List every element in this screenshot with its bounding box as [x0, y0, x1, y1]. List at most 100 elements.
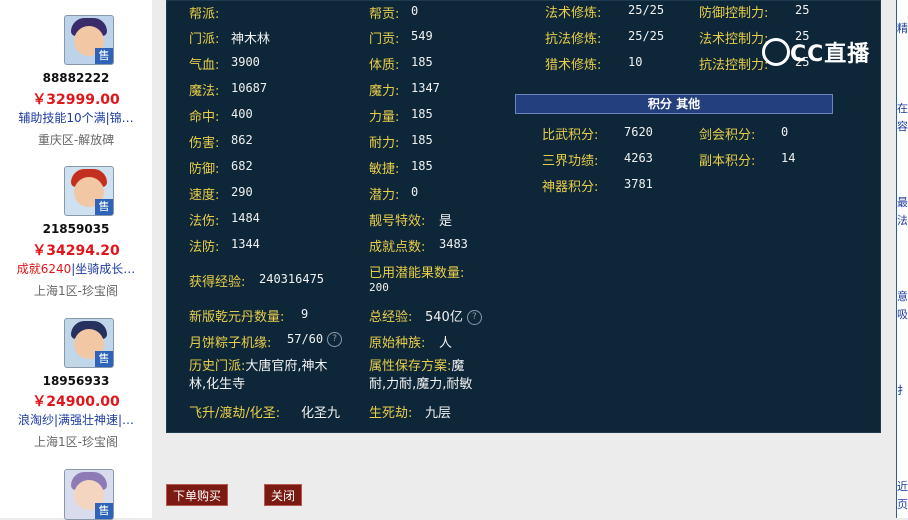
- achievement-label: 成就点数:: [369, 240, 426, 255]
- spell-cultivation-label: 法术修炼:: [545, 6, 602, 21]
- school-value: 神木林: [231, 32, 271, 47]
- school-contrib-value: 549: [411, 29, 433, 43]
- listing-desc-text: |坐骑成长…: [71, 262, 136, 276]
- zongzi-value: 57/60?: [287, 332, 343, 347]
- contribution-value: 0: [411, 4, 419, 18]
- special-id-label: 靓号特效:: [369, 214, 426, 229]
- pvp-score-value: 7620: [624, 125, 653, 139]
- right-strip-text[interactable]: 页: [897, 496, 908, 512]
- strength-label: 力量:: [369, 110, 400, 125]
- endurance-value: 185: [411, 133, 433, 147]
- hit-value: 400: [231, 107, 253, 121]
- agility-label: 敏捷:: [369, 162, 400, 177]
- avatar[interactable]: 售: [64, 166, 114, 216]
- speed-value: 290: [231, 185, 253, 199]
- school-label: 门派:: [189, 32, 220, 47]
- history-school: 历史门派:大唐官府,神木 林,化生寺: [189, 358, 354, 394]
- defense-value: 682: [231, 159, 253, 173]
- hunting-cultivation-label: 猎术修炼:: [545, 58, 602, 73]
- magic-power-label: 魔力:: [369, 84, 400, 99]
- hp-label: 气血:: [189, 58, 220, 73]
- listing-desc-highlight: 成就6240: [16, 262, 72, 276]
- total-exp-text: 540亿: [425, 310, 463, 325]
- listing-price: ￥24900.00: [32, 394, 120, 410]
- race-value: 人: [439, 336, 453, 351]
- score-section-header: 积分 其他: [515, 94, 833, 114]
- listing-sidebar: 售 88882222 ￥32999.00 辅助技能10个满|锦… 重庆区-解放碑…: [0, 0, 152, 520]
- race-label: 原始种族:: [369, 336, 426, 351]
- listing-server: 上海1区-珍宝阁: [34, 435, 118, 449]
- right-strip-text[interactable]: 扌: [897, 382, 908, 398]
- dungeon-score-value: 14: [781, 151, 796, 165]
- artifact-score-value: 3781: [624, 177, 653, 191]
- listing-desc[interactable]: 浪淘纱|满强壮神速|…: [4, 411, 148, 428]
- right-strip-text[interactable]: 最: [897, 194, 908, 210]
- qyd-value: 9: [301, 307, 309, 321]
- defense-control-value: 25: [795, 3, 810, 17]
- dungeon-score-label: 副本积分:: [699, 154, 756, 169]
- qyd-label: 新版乾元丹数量:: [189, 310, 285, 325]
- listing-desc[interactable]: 成就6240|坐骑成长…: [4, 260, 148, 277]
- potential-value: 0: [411, 185, 419, 199]
- listing-id[interactable]: 18956933: [0, 374, 152, 388]
- exp-label: 获得经验:: [189, 275, 246, 290]
- avatar[interactable]: 售: [64, 469, 114, 520]
- magic-damage-value: 1484: [231, 211, 260, 225]
- ascension-value: 化圣九: [301, 406, 341, 421]
- right-strip-text[interactable]: 法: [897, 212, 908, 228]
- hit-label: 命中:: [189, 110, 220, 125]
- listing-server: 上海1区-珍宝阁: [34, 284, 118, 298]
- anti-spell-cultivation-value: 25/25: [628, 29, 665, 43]
- magic-power-value: 1347: [411, 81, 440, 95]
- zongzi-label: 月饼粽子机缘:: [189, 336, 272, 351]
- pvp-score-label: 比武积分:: [542, 128, 599, 143]
- damage-label: 伤害:: [189, 136, 220, 151]
- right-strip-text[interactable]: 容: [897, 118, 908, 134]
- speed-label: 速度:: [189, 188, 220, 203]
- constitution-label: 体质:: [369, 58, 400, 73]
- total-exp-value: 540亿?: [425, 306, 482, 325]
- help-icon[interactable]: ?: [327, 332, 343, 347]
- right-strip-text[interactable]: 意: [897, 288, 908, 304]
- sale-badge: 售: [95, 48, 113, 64]
- anti-spell-cultivation-label: 抗法修炼:: [545, 32, 602, 47]
- merit-label: 三界功绩:: [542, 154, 599, 169]
- constitution-value: 185: [411, 55, 433, 69]
- right-strip-text[interactable]: 在: [897, 100, 908, 116]
- close-button[interactable]: 关闭: [264, 484, 302, 506]
- history-school-value-1: 大唐官府,神木: [245, 359, 328, 374]
- help-icon[interactable]: ?: [466, 310, 482, 325]
- used-fruit-label: 已用潜能果数量:: [369, 266, 465, 281]
- history-school-value-2: 林,化生寺: [189, 377, 246, 392]
- listing-server: 重庆区-解放碑: [37, 133, 115, 147]
- watermark-logo-icon: [762, 38, 790, 66]
- right-strip-text[interactable]: 精: [897, 20, 908, 36]
- defense-label: 防御:: [189, 162, 220, 177]
- right-strip-text[interactable]: 吸: [897, 306, 908, 322]
- guild-label: 帮派:: [189, 7, 220, 22]
- listing-price: ￥32999.00: [32, 92, 120, 108]
- used-fruit-value: 200: [369, 281, 389, 294]
- right-strip-text[interactable]: 近: [897, 478, 908, 494]
- attribute-plans-value-2: 耐,力耐,魔力,耐敏: [369, 377, 473, 392]
- listing-desc[interactable]: 辅助技能10个满|锦…: [4, 109, 148, 126]
- sale-badge: 售: [95, 199, 113, 215]
- mp-label: 魔法:: [189, 84, 220, 99]
- live-watermark: CC直播: [760, 30, 880, 70]
- endurance-label: 耐力:: [369, 136, 400, 151]
- buy-button[interactable]: 下单购买: [166, 484, 228, 506]
- contribution-label: 帮贡:: [369, 7, 400, 22]
- artifact-score-label: 神器积分:: [542, 180, 599, 195]
- damage-value: 862: [231, 133, 253, 147]
- hp-value: 3900: [231, 55, 260, 69]
- strength-value: 185: [411, 107, 433, 121]
- listing-id[interactable]: 88882222: [0, 71, 152, 85]
- avatar[interactable]: 售: [64, 318, 114, 368]
- avatar[interactable]: 售: [64, 15, 114, 65]
- listing-id[interactable]: 21859035: [0, 222, 152, 236]
- zongzi-text: 57/60: [287, 332, 324, 346]
- magic-defense-value: 1344: [231, 237, 260, 251]
- history-school-label: 历史门派:: [189, 359, 246, 374]
- sale-badge: 售: [95, 503, 113, 519]
- mp-value: 10687: [231, 81, 268, 95]
